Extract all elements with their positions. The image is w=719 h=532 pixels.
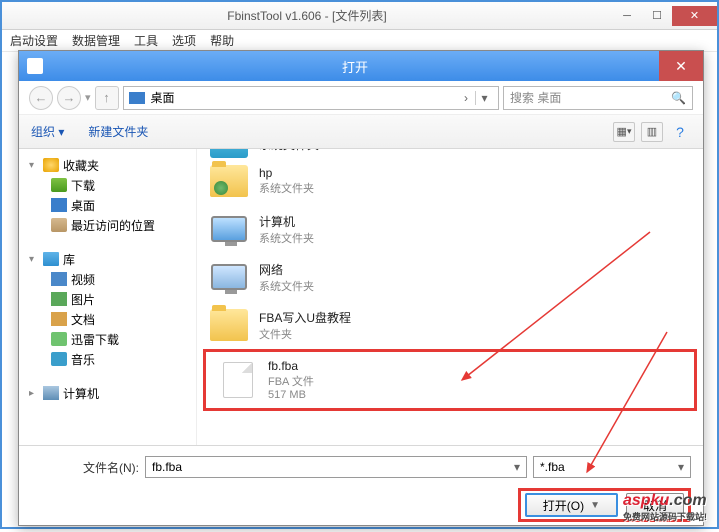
up-button[interactable]: ↑ [95,86,119,110]
path-text: 桌面 [151,89,175,106]
video-icon [51,272,67,286]
desktop-icon [129,92,145,104]
help-icon[interactable]: ? [669,122,691,142]
search-input[interactable]: 搜索 桌面 🔍 [503,86,693,110]
recent-icon [51,218,67,232]
menu-boot[interactable]: 启动设置 [10,32,58,49]
list-item[interactable]: 网络系统文件夹 [197,253,703,301]
tree-computer[interactable]: ▸计算机 [23,383,192,403]
tree-recent[interactable]: 最近访问的位置 [23,215,192,235]
music-icon [51,352,67,366]
document-icon [51,312,67,326]
app-titlebar: FbinstTool v1.606 - [文件列表] ─ ☐ ✕ [2,2,717,30]
dialog-footer: 文件名(N): fb.fba ▾ *.fba ▾ 打开(O)▼ 取消 [19,445,703,532]
filetype-dropdown-icon[interactable]: ▾ [678,460,684,474]
network-icon [211,264,247,290]
dialog-toolbar: 组织 ▾ 新建文件夹 ▦ ▾ ▥ ? [19,115,703,149]
app-menubar: 启动设置 数据管理 工具 选项 帮助 [2,30,717,52]
menu-data[interactable]: 数据管理 [72,32,120,49]
tree-thunder[interactable]: 迅雷下载 [23,329,192,349]
list-item[interactable]: 计算机系统文件夹 [197,205,703,253]
tree-libraries[interactable]: ▾库 [23,249,192,269]
download-icon [51,178,67,192]
path-chevron-icon[interactable]: › [457,91,475,105]
tree-documents[interactable]: 文档 [23,309,192,329]
open-button[interactable]: 打开(O)▼ [525,493,618,517]
filetype-select[interactable]: *.fba ▾ [533,456,691,478]
dialog-titlebar: 打开 ✕ [19,51,703,81]
nav-tree: ▾收藏夹 下载 桌面 最近访问的位置 ▾库 视频 图片 文档 迅雷下载 音乐 ▸… [19,149,197,445]
minimize-button[interactable]: ─ [612,6,642,26]
tree-favorites[interactable]: ▾收藏夹 [23,155,192,175]
tree-desktop[interactable]: 桌面 [23,195,192,215]
folder-icon [210,309,248,341]
search-icon: 🔍 [671,91,686,105]
search-placeholder: 搜索 桌面 [510,89,561,106]
menu-help[interactable]: 帮助 [210,32,234,49]
list-item[interactable]: 系统文件夹 [197,149,703,157]
filename-value: fb.fba [152,460,182,474]
view-mode-button[interactable]: ▦ ▾ [613,122,635,142]
computer-icon [43,386,59,400]
list-item[interactable]: FBA写入U盘教程文件夹 [197,301,703,349]
back-button[interactable]: ← [29,86,53,110]
filetype-value: *.fba [540,460,565,474]
menu-tools[interactable]: 工具 [134,32,158,49]
path-dropdown-icon[interactable]: ▾ [475,91,493,105]
forward-button[interactable]: → [57,86,81,110]
open-split-icon[interactable]: ▼ [590,500,600,511]
menu-options[interactable]: 选项 [172,32,196,49]
app-title: FbinstTool v1.606 - [文件列表] [2,7,612,24]
tree-downloads[interactable]: 下载 [23,175,192,195]
tree-videos[interactable]: 视频 [23,269,192,289]
file-list: 系统文件夹 hp系统文件夹 计算机系统文件夹 网络系统文件夹 FBA写入U盘教程… [197,149,703,445]
close-button[interactable]: ✕ [672,6,717,26]
star-icon [43,158,59,172]
list-item-selected[interactable]: fb.fba FBA 文件 517 MB [206,352,694,408]
preview-pane-button[interactable]: ▥ [641,122,663,142]
printer-icon [210,149,248,158]
new-folder-button[interactable]: 新建文件夹 [88,123,148,140]
list-item[interactable]: hp系统文件夹 [197,157,703,205]
picture-icon [51,292,67,306]
desktop-icon [51,198,67,212]
path-box[interactable]: 桌面 › ▾ [123,86,499,110]
filename-dropdown-icon[interactable]: ▾ [514,460,520,474]
dialog-close-button[interactable]: ✕ [659,51,703,81]
filename-label: 文件名(N): [31,459,139,476]
thunder-icon [51,332,67,346]
tree-pictures[interactable]: 图片 [23,289,192,309]
organize-menu[interactable]: 组织 ▾ [31,123,64,140]
selected-highlight: fb.fba FBA 文件 517 MB [203,349,697,411]
computer-icon [211,216,247,242]
file-icon [223,362,253,398]
history-dropdown[interactable]: ▾ [85,91,91,104]
nav-row: ← → ▾ ↑ 桌面 › ▾ 搜索 桌面 🔍 [19,81,703,115]
dialog-icon [27,58,43,74]
folder-icon [210,165,248,197]
open-dialog: 打开 ✕ ← → ▾ ↑ 桌面 › ▾ 搜索 桌面 🔍 组织 ▾ 新建文件夹 ▦… [18,50,704,526]
dialog-title: 打开 [51,57,659,76]
tree-music[interactable]: 音乐 [23,349,192,369]
library-icon [43,252,59,266]
filename-input[interactable]: fb.fba ▾ [145,456,527,478]
maximize-button[interactable]: ☐ [642,6,672,26]
watermark: aspku.com 免费网站源码下载站! [623,492,707,523]
